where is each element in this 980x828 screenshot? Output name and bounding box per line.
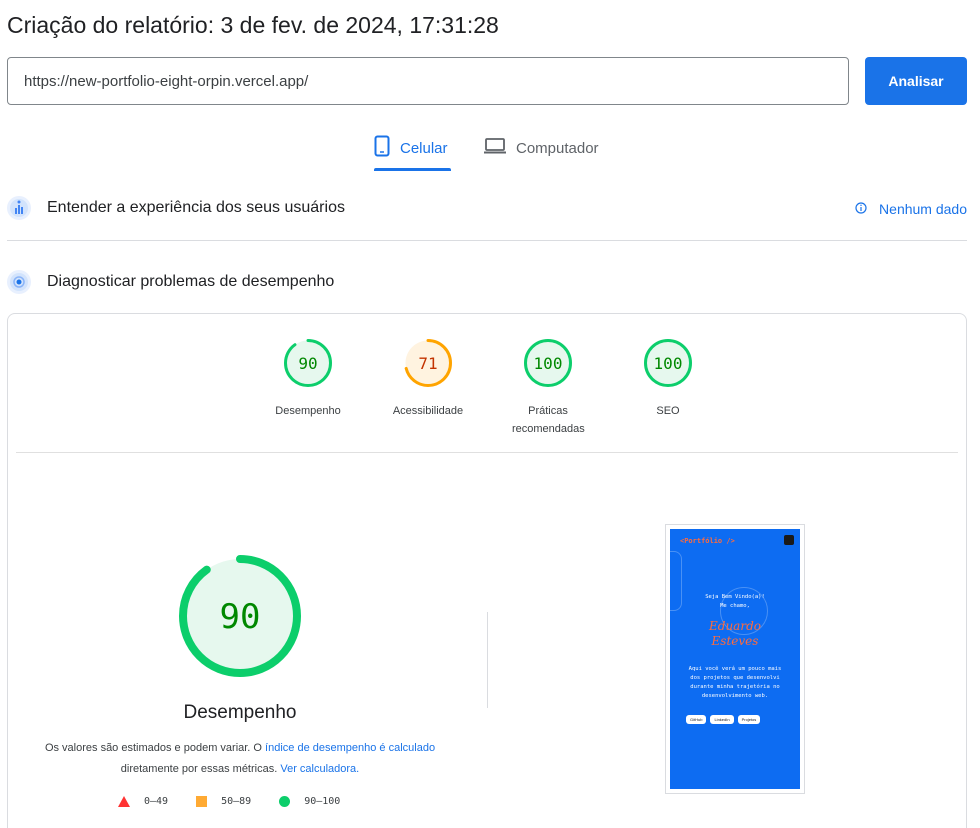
performance-title: Desempenho xyxy=(183,702,297,723)
active-tab-indicator xyxy=(374,168,451,171)
page-screenshot[interactable]: <Portfólio /> Seja Bem Vindo(a)! Me cham… xyxy=(665,524,805,794)
screenshot-bio-line: dos projetos que desenvolvi xyxy=(690,675,780,681)
phone-icon xyxy=(374,135,390,161)
tab-desktop-label: Computador xyxy=(516,139,599,157)
url-input[interactable]: https://new-portfolio-eight-orpin.vercel… xyxy=(7,57,849,105)
gauge-value: 100 xyxy=(534,354,563,373)
page-title: Criação do relatório: 3 de fev. de 2024,… xyxy=(7,12,499,38)
screenshot-bio-line: desenvolvimento web. xyxy=(701,693,769,699)
legend-average: 50–89 xyxy=(196,796,251,807)
screenshot-linkedin-button: LinkedIn xyxy=(710,715,734,724)
section-divider xyxy=(7,240,967,241)
screenshot-brand: <Portfólio /> xyxy=(680,537,735,545)
no-data-status[interactable]: Nenhum dado xyxy=(855,201,967,217)
tab-mobile[interactable]: Celular xyxy=(374,128,448,168)
tab-desktop[interactable]: Computador xyxy=(484,128,599,168)
device-tabs: Celular Computador xyxy=(0,128,980,172)
experience-section: Entender a experiência dos seus usuários xyxy=(7,196,345,220)
screenshot-screen: <Portfólio /> Seja Bem Vindo(a)! Me cham… xyxy=(670,529,800,789)
gauge-value: 90 xyxy=(220,597,261,637)
screenshot-bio-line: Aqui você verá um pouco mais xyxy=(688,666,782,672)
diagnostics-section: Diagnosticar problemas de desempenho xyxy=(7,270,334,294)
laptop-icon xyxy=(484,138,506,158)
tab-mobile-label: Celular xyxy=(400,139,448,157)
accessibility-score-gauge: 71 xyxy=(404,339,452,387)
gauge-value: 100 xyxy=(654,354,683,373)
best-practices-score-gauge: 100 xyxy=(524,339,572,387)
screenshot-buttons: GitHub LinkedIn Projetos xyxy=(686,715,761,724)
gauge-label: Desempenho xyxy=(275,405,341,417)
legend-range: 0–49 xyxy=(144,796,169,807)
experience-label: Entender a experiência dos seus usuários xyxy=(47,199,345,216)
diagnostics-icon xyxy=(7,270,31,294)
legend-range: 90–100 xyxy=(304,796,341,807)
square-icon xyxy=(196,796,208,807)
score-legend: 0–49 50–89 90–100 xyxy=(118,796,340,807)
legend-pass: 90–100 xyxy=(279,796,340,807)
note-text-2: diretamente por essas métricas. xyxy=(120,763,281,775)
gauge-seo[interactable]: 100 SEO xyxy=(608,338,728,420)
gauge-label: Acessibilidade xyxy=(392,405,464,417)
score-calc-link[interactable]: índice de desempenho é calculado xyxy=(265,742,435,754)
scores-card: 90 Desempenho 71 Acessibilidade 100 Prát… xyxy=(7,313,967,828)
legend-fail: 0–49 xyxy=(118,796,168,807)
info-icon xyxy=(855,201,867,217)
card-divider xyxy=(16,452,958,453)
name-line2: Esteves xyxy=(711,634,759,648)
screenshot-greeting: Seja Bem Vindo(a)! xyxy=(705,594,765,600)
gauge-best-practices[interactable]: 100 Práticas recomendadas xyxy=(488,338,608,438)
calculator-link[interactable]: Ver calculadora. xyxy=(280,763,359,775)
gauge-label: SEO xyxy=(656,405,680,417)
triangle-icon xyxy=(118,796,130,807)
gauge-value: 71 xyxy=(418,354,437,373)
name-line1: Eduardo xyxy=(709,619,761,633)
seo-score-gauge: 100 xyxy=(644,339,692,387)
diagnostics-label: Diagnosticar problemas de desempenho xyxy=(47,273,335,290)
performance-big-gauge: 90 xyxy=(179,555,301,677)
screenshot-bio-line: durante minha trajetória no xyxy=(690,684,780,690)
circle-icon xyxy=(279,796,291,807)
users-chart-icon xyxy=(7,196,31,220)
gauge-value: 90 xyxy=(298,354,317,373)
analyze-button[interactable]: Analisar xyxy=(865,57,967,105)
gauge-label: Práticas recomendadas xyxy=(512,405,585,435)
screenshot-github-button: GitHub xyxy=(686,715,707,724)
legend-range: 50–89 xyxy=(221,796,252,807)
vertical-divider xyxy=(487,612,488,708)
no-data-label: Nenhum dado xyxy=(879,201,967,217)
screenshot-projects-button: Projetos xyxy=(737,715,761,724)
performance-score-gauge: 90 xyxy=(284,339,332,387)
screenshot-name: Eduardo Esteves xyxy=(670,619,800,649)
note-text: Os valores são estimados e podem variar.… xyxy=(44,742,266,754)
menu-icon xyxy=(784,535,794,545)
screenshot-intro: Me chamo, xyxy=(720,603,750,609)
performance-note: Os valores são estimados e podem variar.… xyxy=(38,738,442,780)
gauge-accessibility[interactable]: 71 Acessibilidade xyxy=(368,338,488,420)
gauge-performance[interactable]: 90 Desempenho xyxy=(248,338,368,420)
